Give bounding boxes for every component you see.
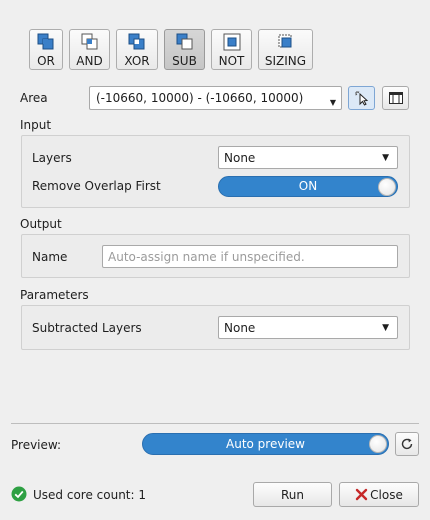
refresh-button[interactable] — [395, 432, 419, 456]
name-input[interactable] — [102, 245, 398, 268]
toggle-knob — [369, 435, 387, 453]
not-button[interactable]: NOT — [211, 29, 252, 70]
chevron-down-icon: ▼ — [382, 153, 389, 163]
name-label: Name — [32, 250, 68, 264]
xor-button[interactable]: XOR — [116, 29, 158, 70]
preview-label: Preview: — [11, 438, 62, 452]
output-section-title: Output — [20, 217, 62, 231]
input-section-title: Input — [20, 118, 52, 132]
remove-overlap-toggle[interactable]: ON — [218, 176, 398, 197]
and-button[interactable]: AND — [69, 29, 110, 70]
subtracted-layers-value: None — [224, 321, 256, 335]
close-x-icon — [355, 488, 368, 501]
run-button[interactable]: Run — [253, 482, 332, 507]
pick-area-icon — [354, 91, 368, 106]
run-label: Run — [280, 487, 304, 502]
sizing-op-icon — [278, 34, 291, 48]
sub-op-icon — [176, 33, 192, 50]
and-label: AND — [76, 54, 103, 68]
check-circle-icon — [11, 486, 27, 502]
sizing-label: SIZING — [264, 54, 307, 68]
chevron-down-icon: ▼ — [329, 98, 336, 107]
auto-preview-toggle[interactable]: Auto preview — [142, 433, 389, 455]
preview-divider — [11, 423, 419, 424]
sizing-button[interactable]: SIZING — [258, 29, 313, 70]
remove-overlap-label: Remove Overlap First — [32, 179, 161, 193]
close-button[interactable]: Close — [339, 482, 419, 507]
xor-label: XOR — [124, 54, 150, 68]
or-label: OR — [37, 54, 55, 68]
close-label: Close — [370, 487, 403, 502]
parameters-section-title: Parameters — [20, 288, 89, 302]
layers-select[interactable]: None ▼ — [218, 146, 398, 169]
sub-button[interactable]: SUB — [164, 29, 205, 70]
not-label: NOT — [218, 54, 245, 68]
area-value: (-10660, 10000) - (-10660, 10000) — [96, 91, 304, 105]
subtracted-layers-select[interactable]: None ▼ — [218, 316, 398, 339]
layout-view-icon — [388, 92, 403, 104]
core-count-status: Used core count: 1 — [33, 488, 147, 502]
layers-label: Layers — [32, 151, 72, 165]
layers-value: None — [224, 151, 256, 165]
refresh-icon — [401, 438, 413, 450]
area-label: Area — [20, 91, 48, 105]
auto-preview-text: Auto preview — [226, 437, 305, 451]
not-op-icon — [223, 33, 240, 51]
xor-op-icon — [128, 33, 145, 50]
subtracted-layers-label: Subtracted Layers — [32, 321, 142, 335]
chevron-down-icon: ▼ — [382, 323, 389, 333]
or-button[interactable]: OR — [29, 29, 63, 70]
layout-view-button[interactable] — [382, 86, 409, 110]
toggle-knob — [378, 178, 396, 196]
or-op-icon — [37, 33, 54, 50]
remove-overlap-state: ON — [298, 179, 318, 193]
pick-area-button[interactable] — [348, 86, 375, 110]
area-combo[interactable]: (-10660, 10000) - (-10660, 10000) ▼ — [89, 86, 342, 110]
and-op-icon — [81, 33, 97, 50]
sub-label: SUB — [172, 54, 197, 68]
